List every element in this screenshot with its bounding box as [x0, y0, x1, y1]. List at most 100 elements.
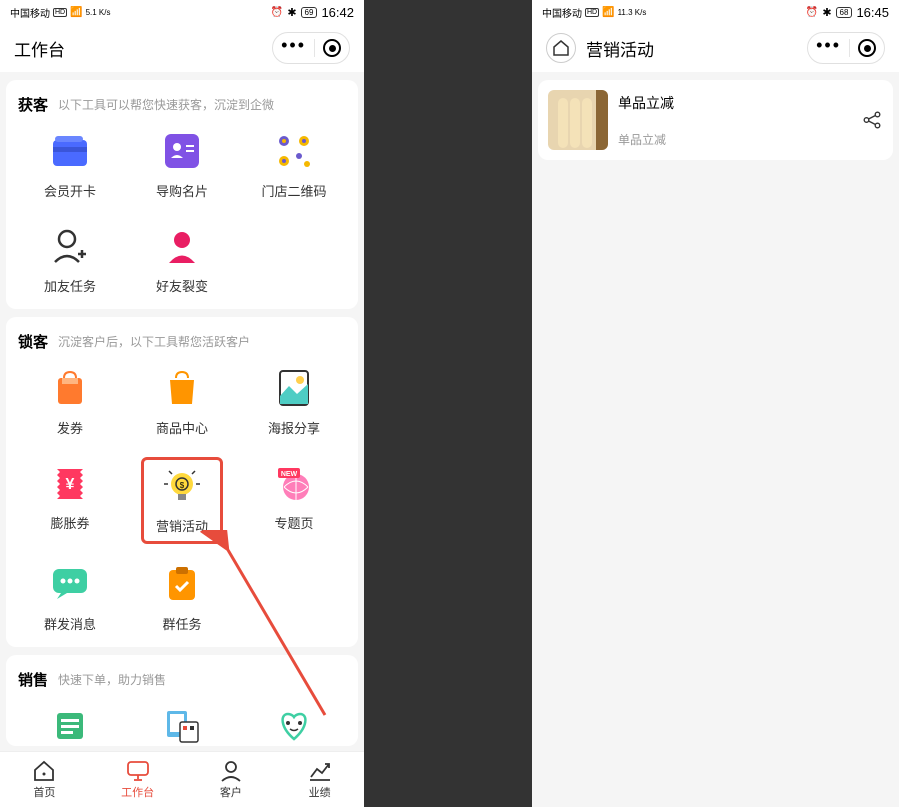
image-icon — [274, 368, 314, 408]
tool-label: 专题页 — [274, 513, 313, 532]
section-title: 锁客 — [18, 331, 48, 352]
carrier-label: 中国移动 — [542, 5, 582, 20]
heart-icon — [274, 706, 314, 746]
divider — [314, 39, 315, 57]
scroll-area[interactable]: 获客 以下工具可以帮您快速获客，沉淀到企微 会员开卡 导购名片 — [0, 72, 364, 751]
time-label: 16:42 — [321, 5, 354, 20]
scan-phone-icon — [162, 706, 202, 746]
alarm-icon: ⏰ — [806, 7, 818, 18]
sales-card: 销售 快速下单，助力销售 — [6, 655, 358, 746]
nav-workbench[interactable]: 工作台 — [121, 760, 154, 800]
card-icon — [50, 131, 90, 171]
bulb-icon: $ — [162, 466, 202, 506]
page-title: 营销活动 — [586, 36, 654, 61]
tool-add-friend-task[interactable]: 加友任务 — [18, 226, 122, 295]
tool-label: 海报分享 — [268, 418, 320, 437]
nav-performance[interactable]: 业绩 — [308, 760, 332, 800]
globe-new-icon: NEW — [274, 463, 314, 503]
hd-badge: HD — [585, 8, 599, 17]
signal-icon: 📶 — [70, 7, 82, 18]
tool-poster-share[interactable]: 海报分享 — [242, 368, 346, 437]
tool-marketing-activity[interactable]: $ 营销活动 — [130, 463, 234, 538]
activity-desc: 单品立减 — [618, 131, 851, 148]
nav-home[interactable]: 首页 — [32, 760, 56, 800]
tool-label: 发券 — [57, 418, 83, 437]
close-icon[interactable] — [323, 39, 341, 57]
carrier-label: 中国移动 — [10, 5, 50, 20]
tool-store-qrcode[interactable]: 门店二维码 — [242, 131, 346, 200]
divider — [849, 39, 850, 57]
tool-label: 导购名片 — [156, 181, 208, 200]
tool-label: 好友裂变 — [156, 276, 208, 295]
tool-product-center[interactable]: 商品中心 — [130, 368, 234, 437]
hd-badge: HD — [53, 8, 67, 17]
tool-friend-fission[interactable]: 好友裂变 — [130, 226, 234, 295]
time-label: 16:45 — [856, 5, 889, 20]
clipboard-icon — [162, 564, 202, 604]
desktop-icon — [126, 760, 150, 782]
highlight-box: $ 营销活动 — [141, 457, 223, 544]
alarm-icon: ⏰ — [271, 7, 283, 18]
section-title: 获客 — [18, 94, 48, 115]
activity-thumbnail — [548, 90, 608, 150]
chart-icon — [308, 760, 332, 782]
share-icon[interactable] — [861, 109, 883, 131]
section-subtitle: 以下工具可以帮您快速获客，沉淀到企微 — [58, 96, 274, 113]
right-screen: 中国移动 HD 📶 11.3 K/s ⏰ ✱ 68 16:45 营销活动 ••• — [532, 0, 899, 807]
home-icon — [32, 760, 56, 782]
nav-label: 客户 — [220, 784, 242, 800]
user-pink-icon — [162, 226, 202, 266]
miniprogram-controls[interactable]: ••• — [807, 32, 885, 64]
close-icon[interactable] — [858, 39, 876, 57]
tool-label: 商品中心 — [156, 418, 208, 437]
tool-sales-3[interactable] — [242, 706, 346, 746]
more-icon[interactable]: ••• — [816, 35, 841, 56]
tool-sales-2[interactable] — [130, 706, 234, 746]
tool-topic-page[interactable]: NEW 专题页 — [242, 463, 346, 538]
bluetooth-icon: ✱ — [287, 6, 296, 19]
tool-guide-card[interactable]: 导购名片 — [130, 131, 234, 200]
speed-label: 11.3 K/s — [618, 8, 647, 17]
nav-bar: 工作台 ••• — [0, 24, 364, 72]
tool-label: 会员开卡 — [44, 181, 96, 200]
battery-icon: 69 — [301, 7, 318, 18]
miniprogram-controls[interactable]: ••• — [272, 32, 350, 64]
page-title: 工作台 — [14, 36, 65, 61]
bag-orange-icon — [162, 368, 202, 408]
nav-label: 业绩 — [309, 784, 331, 800]
tool-member-card[interactable]: 会员开卡 — [18, 131, 122, 200]
left-screen: 中国移动 HD 📶 5.1 K/s ⏰ ✱ 69 16:42 工作台 ••• 获… — [0, 0, 364, 807]
tool-coupon[interactable]: 发券 — [18, 368, 122, 437]
speed-label: 5.1 K/s — [86, 8, 111, 17]
badge-icon — [162, 131, 202, 171]
home-icon — [552, 40, 570, 56]
more-icon[interactable]: ••• — [281, 35, 306, 56]
nav-customer[interactable]: 客户 — [219, 760, 243, 800]
ticket-icon: ¥ — [50, 463, 90, 503]
tool-label: 膨胀券 — [50, 513, 89, 532]
bag-icon — [50, 368, 90, 408]
bottom-nav: 首页 工作台 客户 业绩 — [0, 751, 364, 807]
section-title: 销售 — [18, 669, 48, 690]
add-user-icon — [50, 226, 90, 266]
customer-acquire-card: 获客 以下工具可以帮您快速获客，沉淀到企微 会员开卡 导购名片 — [6, 80, 358, 309]
nav-label: 首页 — [33, 784, 55, 800]
tool-group-task[interactable]: 群任务 — [130, 564, 234, 633]
home-button[interactable] — [546, 33, 576, 63]
tool-label: 群发消息 — [44, 614, 96, 633]
section-subtitle: 沉淀客户后，以下工具帮您活跃客户 — [58, 333, 250, 350]
tool-sales-1[interactable] — [18, 706, 122, 746]
svg-text:$: $ — [180, 481, 185, 490]
nav-label: 工作台 — [121, 784, 154, 800]
tool-label: 营销活动 — [156, 516, 208, 535]
receipt-icon — [50, 706, 90, 746]
user-icon — [219, 760, 243, 782]
svg-text:NEW: NEW — [281, 471, 298, 478]
tool-group-message[interactable]: 群发消息 — [18, 564, 122, 633]
activity-title: 单品立减 — [618, 93, 851, 113]
tool-inflate-coupon[interactable]: ¥ 膨胀券 — [18, 463, 122, 538]
status-bar: 中国移动 HD 📶 5.1 K/s ⏰ ✱ 69 16:42 — [0, 0, 364, 24]
bluetooth-icon: ✱ — [822, 6, 831, 19]
chat-icon — [50, 564, 90, 604]
activity-item[interactable]: 单品立减 单品立减 — [538, 80, 893, 160]
